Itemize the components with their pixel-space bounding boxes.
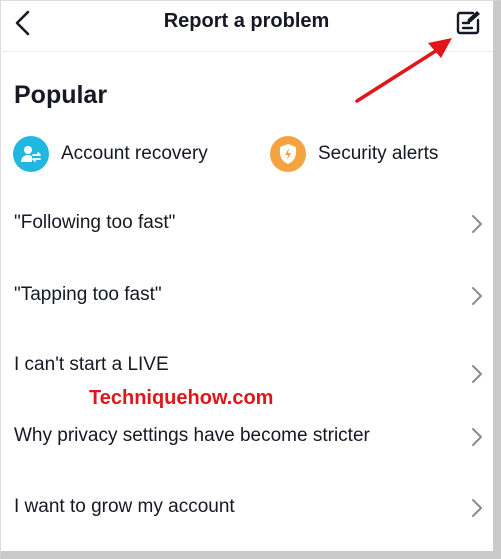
account-recovery-chip[interactable]: Account recovery bbox=[13, 135, 208, 173]
shield-bolt-icon bbox=[270, 136, 306, 172]
topic-row-tapping-too-fast[interactable]: "Tapping too fast" bbox=[0, 275, 493, 315]
top-bar: Report a problem bbox=[0, 0, 493, 52]
topic-row-following-too-fast[interactable]: "Following too fast" bbox=[0, 203, 493, 243]
security-alerts-chip[interactable]: Security alerts bbox=[270, 135, 438, 173]
topic-label: I can't start a LIVE bbox=[14, 354, 169, 375]
edit-note-icon bbox=[456, 11, 480, 35]
chevron-right-icon bbox=[472, 428, 482, 446]
topic-label: I want to grow my account bbox=[14, 496, 235, 517]
topic-label: "Following too fast" bbox=[14, 212, 176, 233]
topic-row-grow-account[interactable]: I want to grow my account bbox=[0, 487, 493, 527]
chevron-right-icon bbox=[472, 287, 482, 305]
account-recovery-label: Account recovery bbox=[61, 143, 208, 164]
account-recovery-icon bbox=[13, 136, 49, 172]
chevron-right-icon bbox=[472, 365, 482, 383]
page-title: Report a problem bbox=[163, 10, 330, 32]
topic-label: Why privacy settings have become stricte… bbox=[14, 425, 370, 446]
topic-row-privacy-settings[interactable]: Why privacy settings have become stricte… bbox=[0, 416, 493, 456]
topic-label: "Tapping too fast" bbox=[14, 284, 162, 305]
chevron-right-icon bbox=[472, 215, 482, 233]
topic-row-cant-start-live[interactable]: I can't start a LIVE bbox=[0, 345, 493, 385]
feedback-history-button[interactable] bbox=[453, 8, 483, 38]
popular-heading: Popular bbox=[14, 81, 108, 109]
chevron-right-icon bbox=[472, 499, 482, 517]
watermark-text: Techniquehow.com bbox=[89, 387, 274, 409]
security-alerts-label: Security alerts bbox=[318, 143, 439, 164]
